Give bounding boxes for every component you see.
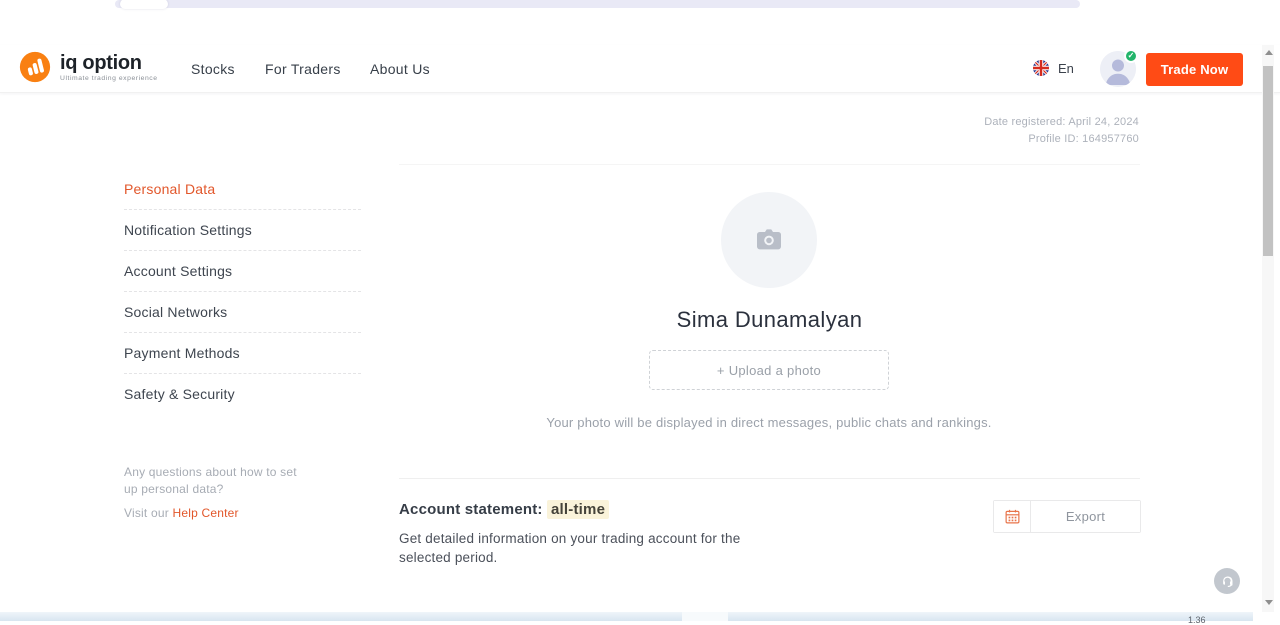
calendar-icon (1004, 508, 1021, 525)
sidebar-item-personal-data[interactable]: Personal Data (124, 169, 361, 210)
logo-name: iq option (60, 53, 158, 73)
divider (399, 478, 1140, 479)
upload-photo-button[interactable]: + Upload a photo (649, 350, 889, 390)
calendar-button[interactable] (994, 501, 1031, 532)
bottom-edge-strip (0, 612, 1253, 621)
sidebar-help-visit: Visit our Help Center (124, 506, 239, 520)
nav-link-about-us[interactable]: About Us (370, 61, 430, 77)
verified-badge-icon: ✓ (1124, 49, 1138, 63)
sidebar-item-social-networks[interactable]: Social Networks (124, 292, 361, 333)
statement-description: Get detailed information on your trading… (399, 529, 757, 567)
statement-period[interactable]: all-time (547, 500, 609, 519)
logo[interactable]: iq option Ultimate trading experience (19, 51, 158, 83)
account-statement-label: Account statement: all-time (399, 501, 609, 518)
statement-label-text: Account statement: (399, 501, 547, 518)
scrollbar-down-icon[interactable] (1265, 600, 1273, 605)
camera-icon (753, 224, 785, 256)
date-registered: Date registered: April 24, 2024 (984, 114, 1139, 131)
scrollbar-thumb[interactable] (1263, 66, 1273, 256)
uk-flag-icon (1033, 60, 1049, 76)
nav-link-stocks[interactable]: Stocks (191, 61, 235, 77)
user-avatar[interactable]: ✓ (1100, 51, 1136, 87)
nav-link-for-traders[interactable]: For Traders (265, 61, 341, 77)
profile-photo-placeholder[interactable] (721, 192, 817, 288)
browser-top-strip (115, 0, 1080, 8)
trade-now-button[interactable]: Trade Now (1146, 53, 1243, 86)
sidebar-item-payment-methods[interactable]: Payment Methods (124, 333, 361, 374)
account-meta: Date registered: April 24, 2024 Profile … (984, 114, 1139, 148)
help-center-link[interactable]: Help Center (172, 506, 238, 520)
support-button[interactable] (1214, 568, 1240, 594)
sidebar-item-safety-security[interactable]: Safety & Security (124, 374, 361, 415)
sidebar-item-account-settings[interactable]: Account Settings (124, 251, 361, 292)
bottom-edge-gap (682, 612, 728, 621)
photo-note: Your photo will be displayed in direct m… (469, 413, 1069, 432)
export-controls: Export (993, 500, 1141, 533)
iq-option-logo-icon (19, 51, 51, 83)
profile-sidebar: Personal Data Notification Settings Acco… (124, 169, 361, 415)
language-label: En (1058, 61, 1074, 76)
language-selector[interactable]: En (1033, 60, 1074, 76)
top-navbar: iq option Ultimate trading experience St… (0, 45, 1280, 93)
help-visit-prefix: Visit our (124, 506, 172, 520)
profile-name: Sima Dunamalyan (399, 307, 1140, 333)
support-headset-icon (1220, 574, 1235, 589)
profile-id: Profile ID: 164957760 (984, 131, 1139, 148)
browser-tab (120, 0, 168, 9)
sidebar-item-notification-settings[interactable]: Notification Settings (124, 210, 361, 251)
scrollbar-up-icon[interactable] (1265, 50, 1273, 55)
sidebar-help-question: Any questions about how to set up person… (124, 464, 309, 498)
export-button[interactable]: Export (1031, 501, 1140, 532)
clipped-bottom-text: 1.36 (1188, 615, 1206, 625)
divider (399, 164, 1140, 165)
logo-text: iq option Ultimate trading experience (60, 53, 158, 82)
logo-tagline: Ultimate trading experience (60, 75, 158, 82)
